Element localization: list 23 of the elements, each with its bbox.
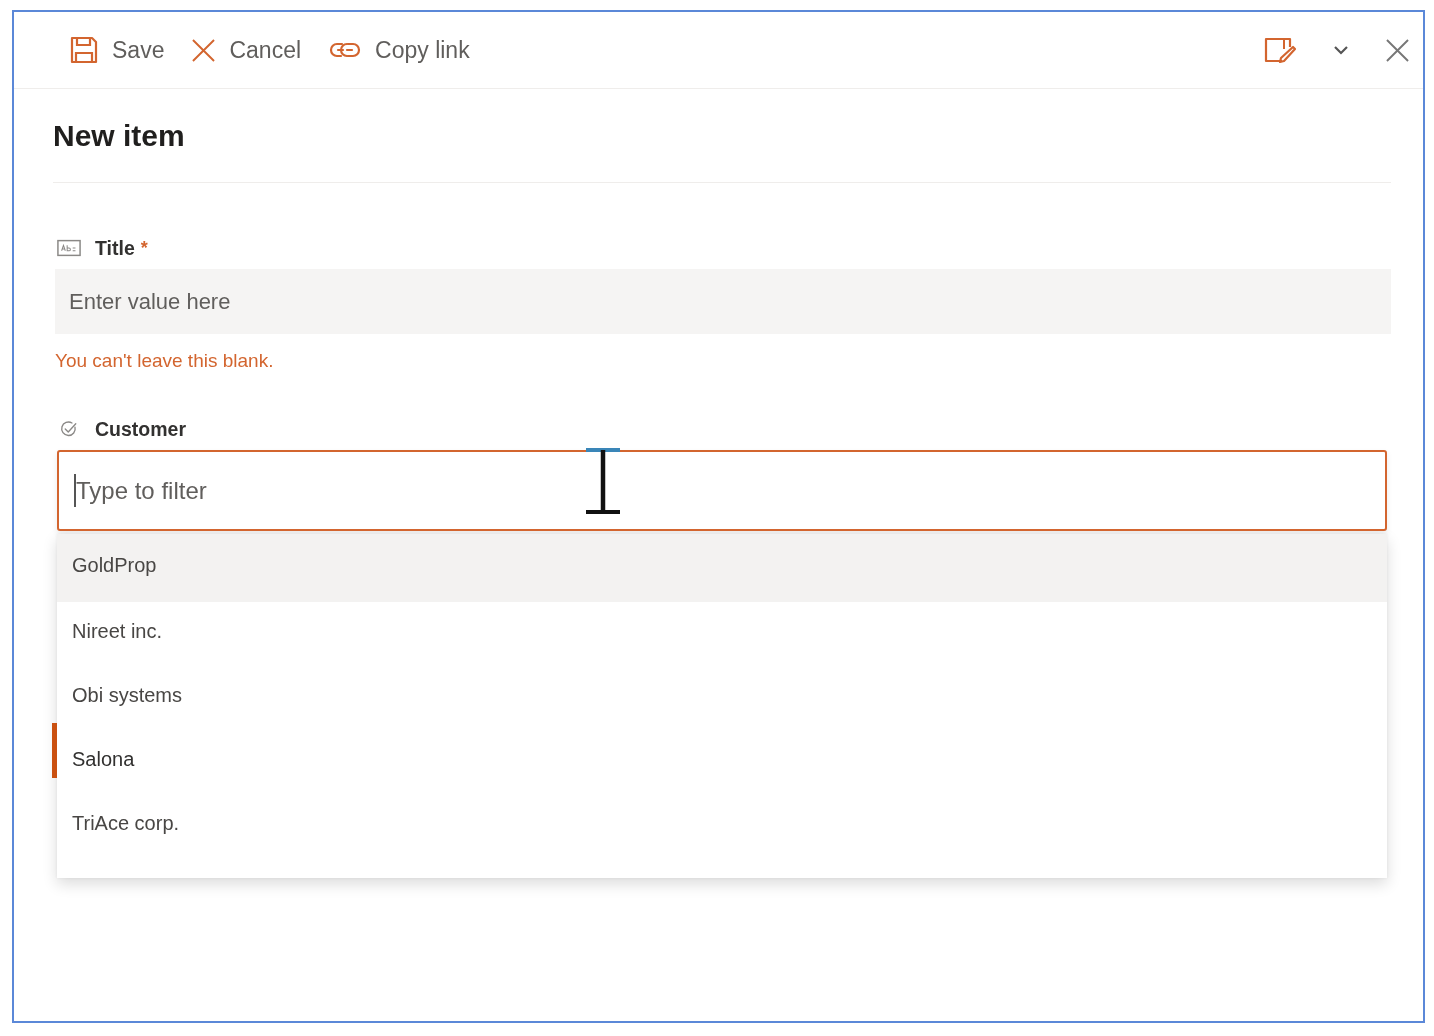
dropdown-option[interactable]: GoldProp bbox=[57, 534, 1387, 602]
selection-bar bbox=[52, 723, 57, 778]
field-label: Customer bbox=[95, 417, 187, 441]
required-mark: * bbox=[140, 237, 148, 259]
cancel-button[interactable]: Cancel bbox=[184, 30, 310, 70]
save-button[interactable]: Save bbox=[62, 30, 173, 70]
text-field-icon bbox=[57, 239, 81, 257]
chevron-down-icon bbox=[1334, 45, 1348, 55]
form-pencil-icon bbox=[1264, 36, 1296, 64]
dropdown-option[interactable]: Nireet inc. bbox=[57, 602, 1387, 666]
close-icon bbox=[1386, 38, 1409, 62]
text-cursor-icon bbox=[584, 447, 622, 515]
text-input[interactable]: Enter value here bbox=[55, 269, 1391, 334]
dropdown-option[interactable]: Obi systems bbox=[57, 666, 1387, 730]
close-icon bbox=[192, 38, 216, 62]
copy-link-button[interactable]: Copy link bbox=[321, 30, 478, 70]
filter-input[interactable]: Type to filter bbox=[57, 450, 1387, 531]
text-caret-icon bbox=[74, 474, 76, 507]
field-label: Title bbox=[95, 236, 135, 260]
dropdown-option[interactable]: TriAce corp. bbox=[57, 794, 1387, 858]
link-icon bbox=[329, 40, 362, 60]
error-message: You can't leave this blank. bbox=[55, 350, 275, 372]
form-title: New item bbox=[53, 118, 186, 154]
